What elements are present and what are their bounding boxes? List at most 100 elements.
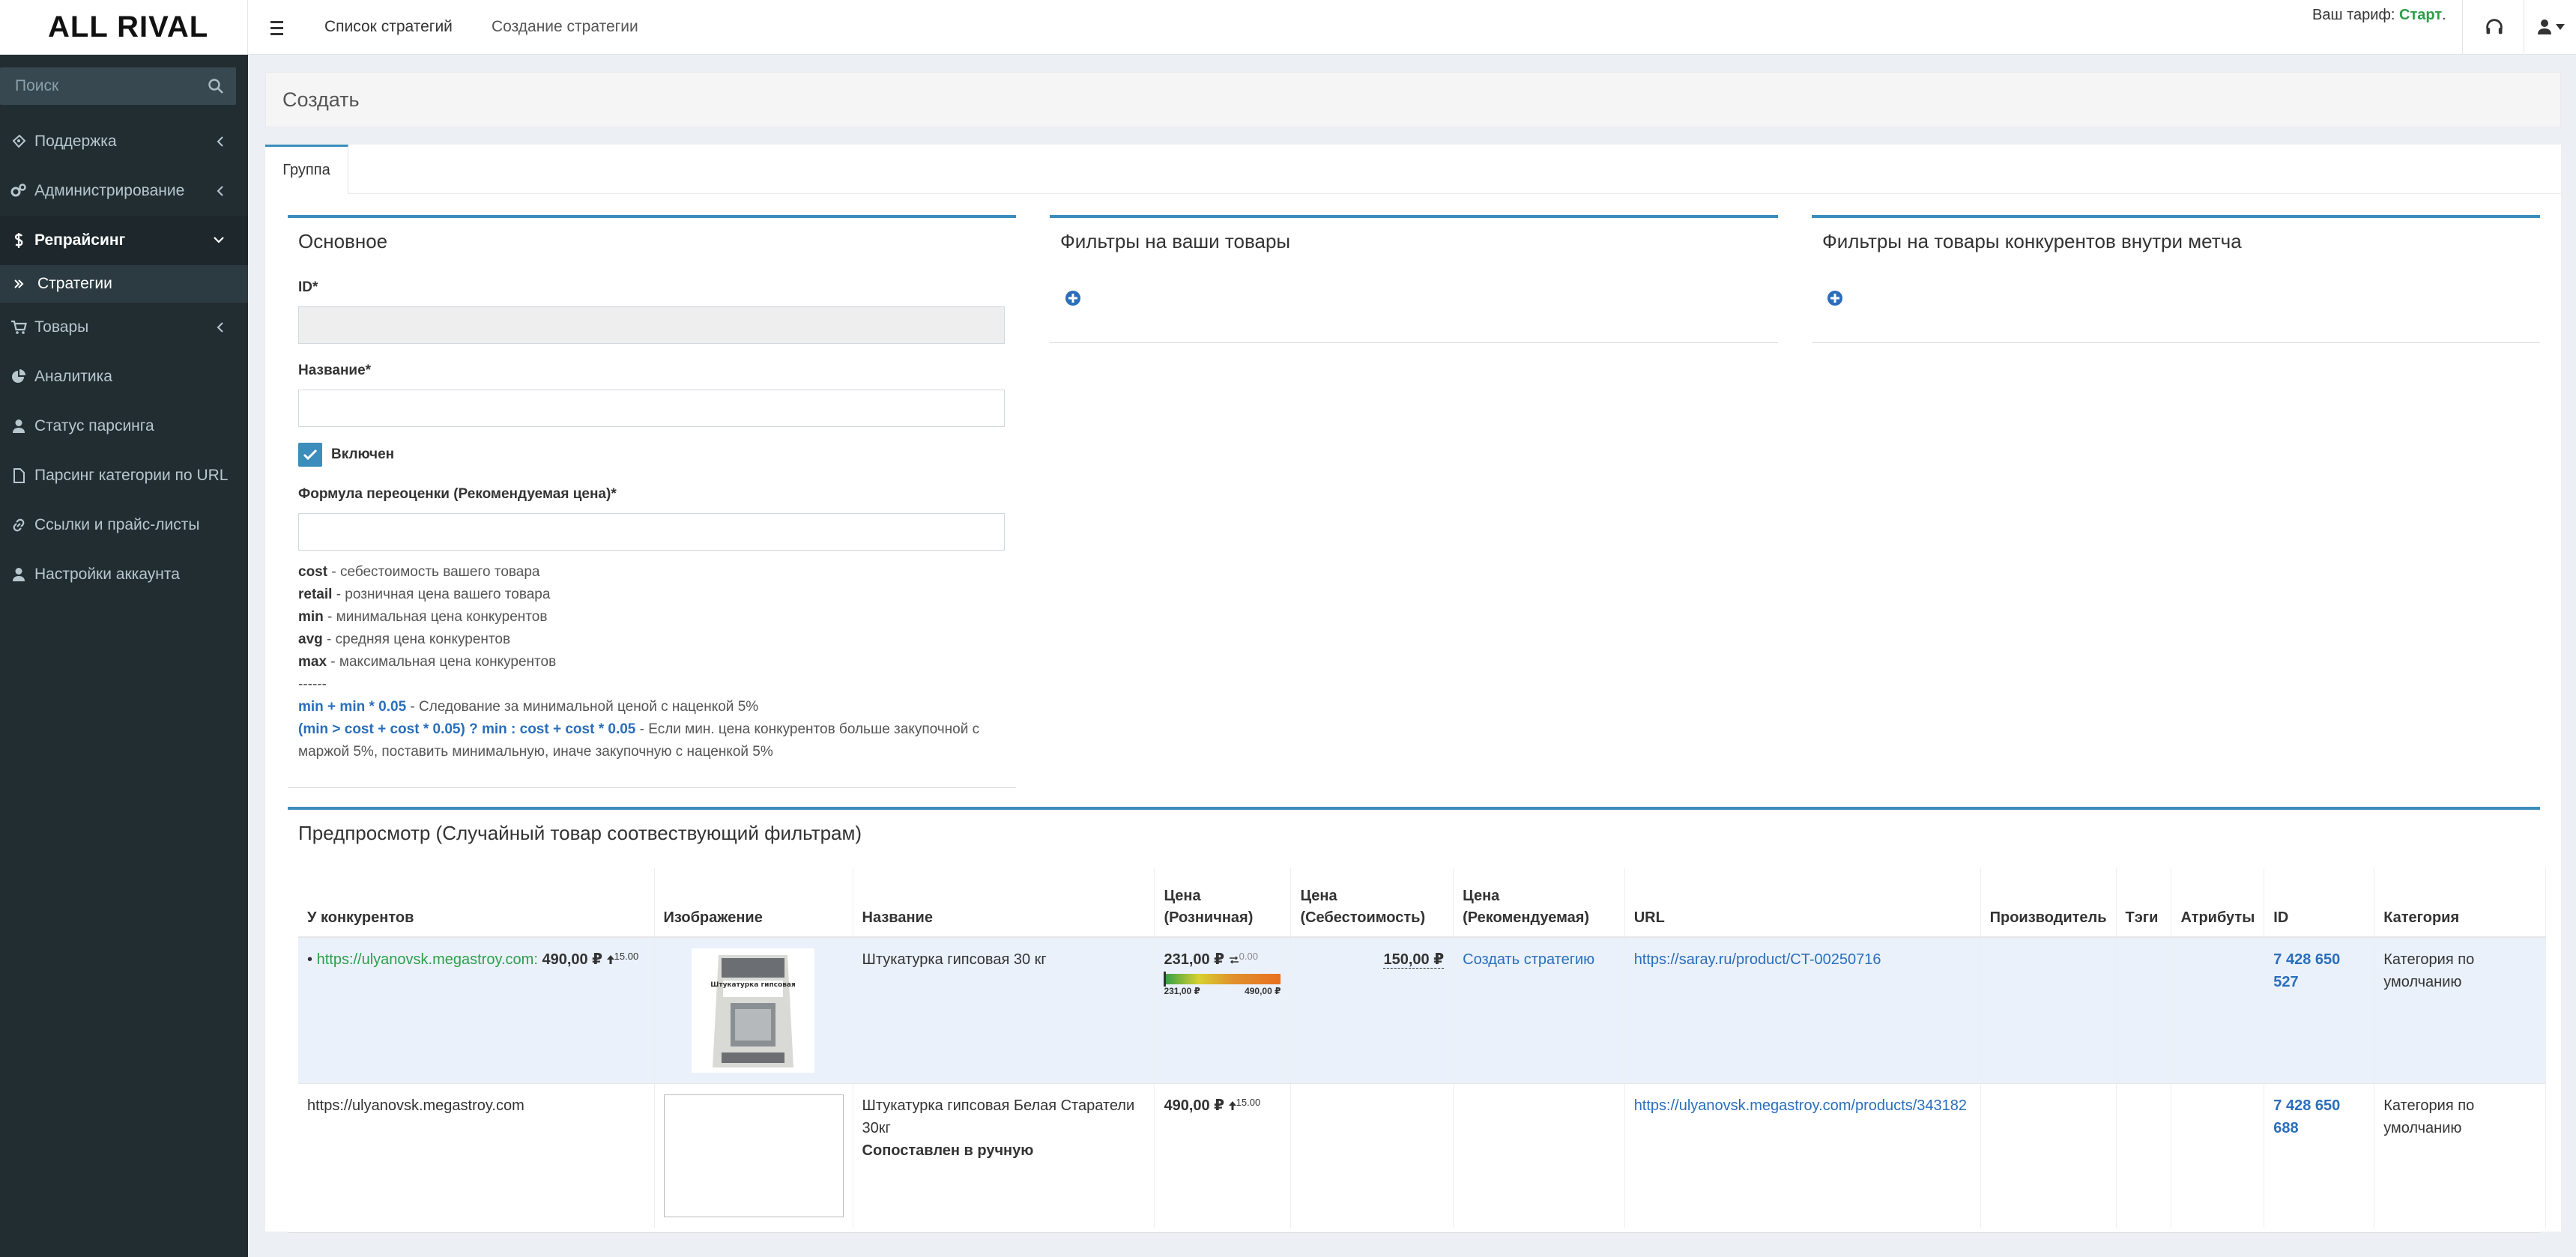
competitor-delta: 15.00 <box>614 951 639 962</box>
cell-category: Категория по умолчанию <box>2374 937 2546 1084</box>
price-range-labels: 231,00 ₽490,00 ₽ <box>1164 986 1281 996</box>
col-name: Название <box>853 868 1155 938</box>
price-range-bar <box>1164 972 1281 987</box>
col-price-retail: Цена (Розничная) <box>1154 868 1292 938</box>
tariff-label: Ваш тариф: <box>2312 7 2395 23</box>
help-example: (min > cost + cost * 0.05) ? min : cost … <box>298 721 980 737</box>
col-price-cost: Цена (Себестоимость) <box>1290 868 1454 938</box>
sidebar-item-administration[interactable]: Администрирование <box>0 166 248 216</box>
dollar-icon <box>14 233 23 248</box>
sidebar-item-account-settings[interactable]: Настройки аккаунта <box>0 550 248 599</box>
sidebar-toggle-icon[interactable] <box>263 15 290 40</box>
sidebar-item-label: Администрирование <box>34 182 185 199</box>
help-example: min + min * 0.05 - Следование за минимал… <box>298 699 759 715</box>
cell-retail-price: 231,00 ₽ 0.00 231,00 ₽490,00 ₽ <box>1154 937 1292 1084</box>
basic-box-title: Основное <box>298 230 388 252</box>
sidebar-item-label: Статус парсинга <box>34 417 154 434</box>
product-image[interactable]: Штукатурка гипсовая <box>691 948 814 1073</box>
cell-url: https://ulyanovsk.megastroy.com/products… <box>1624 1083 1981 1228</box>
create-strategy-link[interactable]: Создать стратегию <box>1463 951 1594 968</box>
cost-price[interactable]: 150,00 ₽ <box>1383 951 1445 969</box>
exchange-icon <box>1229 956 1239 964</box>
sidebar-item-label: Поддержка <box>34 133 117 150</box>
box-divider <box>288 787 1016 788</box>
id-label: ID* <box>298 279 318 295</box>
id-field[interactable] <box>298 306 1005 344</box>
cell-name: Штукатурка гипсовая Белая Старатели 30кг… <box>853 1083 1155 1228</box>
top-navbar: Список стратегий Создание стратегии Ваш … <box>248 0 2576 55</box>
chevron-down-icon <box>214 237 224 243</box>
box-divider <box>1812 342 2540 343</box>
cell-manufacturer <box>1980 1083 2117 1228</box>
sidebar-item-label: Настройки аккаунта <box>34 566 180 583</box>
name-field[interactable] <box>298 390 1005 427</box>
user-icon <box>13 419 25 433</box>
help-line: cost - себестоимость вашего товара <box>298 564 540 580</box>
cart-icon <box>11 320 27 334</box>
retail-delta: 0.00 <box>1239 951 1258 962</box>
col-price-recommended: Цена (Рекомендуемая) <box>1453 868 1625 938</box>
tab-group[interactable]: Группа <box>265 145 348 194</box>
support-icon <box>12 134 26 148</box>
help-line: max - максимальная цена конкурентов <box>298 654 557 670</box>
competitor-link[interactable]: https://ulyanovsk.megastroy.com: <box>317 951 538 968</box>
enabled-label: Включен <box>331 446 395 462</box>
sidebar-item-support[interactable]: Поддержка <box>0 117 248 166</box>
product-id-link[interactable]: 7 428 650 688 <box>2273 1097 2340 1136</box>
col-url: URL <box>1624 868 1981 938</box>
sidebar-subitem-strategies[interactable]: Стратегии <box>0 265 248 303</box>
table-row: https://ulyanovsk.megastroy.com Штукатур… <box>298 1083 2546 1228</box>
sidebar-item-label: Аналитика <box>34 368 112 385</box>
retail-price: 231,00 ₽ <box>1164 951 1225 968</box>
cell-competitors: • https://ulyanovsk.megastroy.com: 490,0… <box>298 937 655 1084</box>
product-url-link[interactable]: https://saray.ru/product/CT-00250716 <box>1634 951 1881 968</box>
own-filters-title: Фильтры на ваши товары <box>1060 230 1291 252</box>
user-menu[interactable] <box>2537 16 2570 37</box>
product-url-link[interactable]: https://ulyanovsk.megastroy.com/products… <box>1634 1097 1967 1114</box>
sidebar-subitem-label: Стратегии <box>37 275 112 292</box>
search-icon[interactable] <box>208 78 224 94</box>
competitor-filters-box: Фильтры на товары конкурентов внутри мет… <box>1812 215 2540 343</box>
col-category: Категория <box>2374 868 2546 938</box>
preview-table: У конкурентов Изображение Название Цена(… <box>298 868 2546 1228</box>
formula-help: cost - себестоимость вашего товара retai… <box>298 561 1010 763</box>
headset-icon[interactable] <box>2484 16 2505 37</box>
sidebar-item-links-pricelists[interactable]: Ссылки и прайс-листы <box>0 500 248 550</box>
cell-category: Категория по умолчанию <box>2374 1083 2546 1228</box>
search-input[interactable] <box>0 67 195 105</box>
sidebar-item-category-parsing[interactable]: Парсинг категории по URL <box>0 451 248 500</box>
box-divider <box>1050 342 1778 343</box>
sidebar-item-repricing[interactable]: Репрайсинг <box>0 216 248 265</box>
col-manufacturer: Производитель <box>1980 868 2117 938</box>
sidebar-item-analytics[interactable]: Аналитика <box>0 352 248 402</box>
double-chevron-right-icon <box>14 279 24 288</box>
col-tags: Тэги <box>2116 868 2172 938</box>
tariff-value-link[interactable]: Старт <box>2399 7 2442 23</box>
cell-cost-price <box>1290 1083 1454 1228</box>
product-id-link[interactable]: 7 428 650 527 <box>2273 951 2340 990</box>
app-logo[interactable]: ALL RIVAL <box>0 0 248 55</box>
formula-field[interactable] <box>298 513 1005 551</box>
add-filter-icon[interactable] <box>1827 290 1843 306</box>
plaster-bag-image: Штукатурка гипсовая <box>710 955 796 1067</box>
add-filter-icon[interactable] <box>1065 290 1081 306</box>
enabled-checkbox[interactable] <box>298 443 322 467</box>
col-image: Изображение <box>654 868 853 938</box>
link-icon <box>13 518 25 532</box>
sidebar-item-products[interactable]: Товары <box>0 303 248 352</box>
sidebar-menu: Поддержка Администрирование Репрайсинг С… <box>0 117 248 599</box>
nav-link-strategy-list[interactable]: Список стратегий <box>324 18 453 36</box>
retail-delta: 15.00 <box>1236 1097 1261 1108</box>
cell-name: Штукатурка гипсовая 30 кг <box>853 937 1155 1084</box>
chevron-left-icon <box>217 186 223 196</box>
sidebar-item-label: Репрайсинг <box>34 231 126 249</box>
box-divider <box>288 1232 2540 1233</box>
help-line: retail - розничная цена вашего товара <box>298 587 551 602</box>
col-competitors: У конкурентов <box>298 868 655 938</box>
sidebar-search <box>0 67 236 105</box>
cell-cost-price: 150,00 ₽ <box>1290 937 1454 1084</box>
nav-link-create-strategy[interactable]: Создание стратегии <box>492 18 638 36</box>
cell-attributes <box>2171 937 2265 1084</box>
sidebar-item-parsing-status[interactable]: Статус парсинга <box>0 402 248 451</box>
sidebar-item-label: Парсинг категории по URL <box>34 467 229 484</box>
